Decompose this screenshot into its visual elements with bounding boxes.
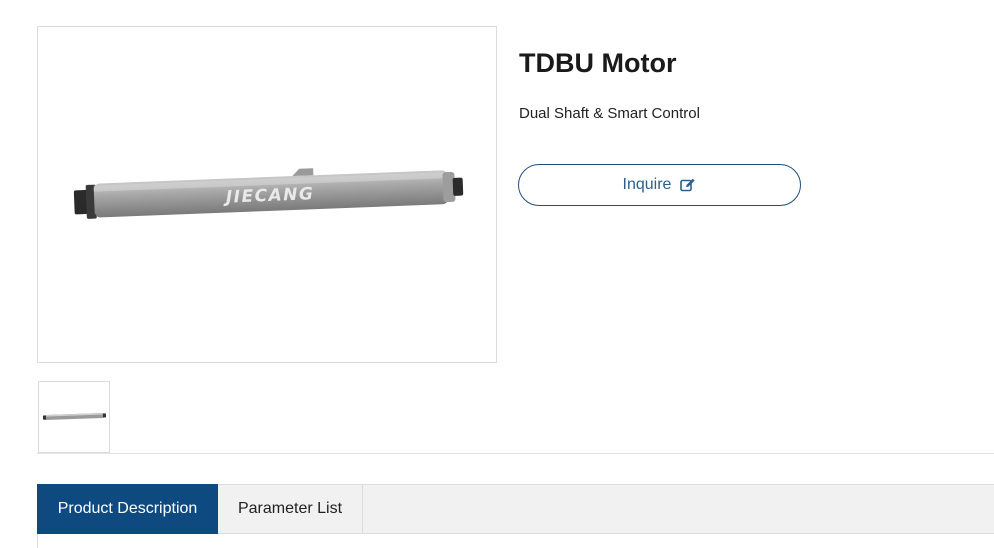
inquire-button-label: Inquire [622, 176, 672, 193]
product-title: TDBU Motor [519, 48, 677, 78]
thumbnail-image[interactable] [38, 381, 110, 453]
thumbnail-motor-image [42, 412, 107, 421]
edit-icon [680, 178, 696, 192]
tab-bar: Product Description Parameter List [37, 484, 994, 534]
product-subtitle: Dual Shaft & Smart Control [519, 105, 700, 122]
inquire-button[interactable]: Inquire [518, 164, 801, 206]
tab-product-description[interactable]: Product Description [37, 484, 218, 534]
tab-parameter-list[interactable]: Parameter List [218, 485, 363, 533]
content-border [37, 534, 38, 548]
tab-label: Parameter List [237, 500, 343, 517]
brand-logo: JIECANG [223, 184, 315, 208]
section-divider [37, 453, 994, 454]
tab-label: Product Description [57, 500, 198, 517]
main-product-image[interactable]: JIECANG [37, 26, 497, 363]
tubular-motor-image: JIECANG [73, 168, 464, 219]
product-page: JIECANG TDBU Motor Dual Shaft & Smart Co… [0, 0, 994, 548]
